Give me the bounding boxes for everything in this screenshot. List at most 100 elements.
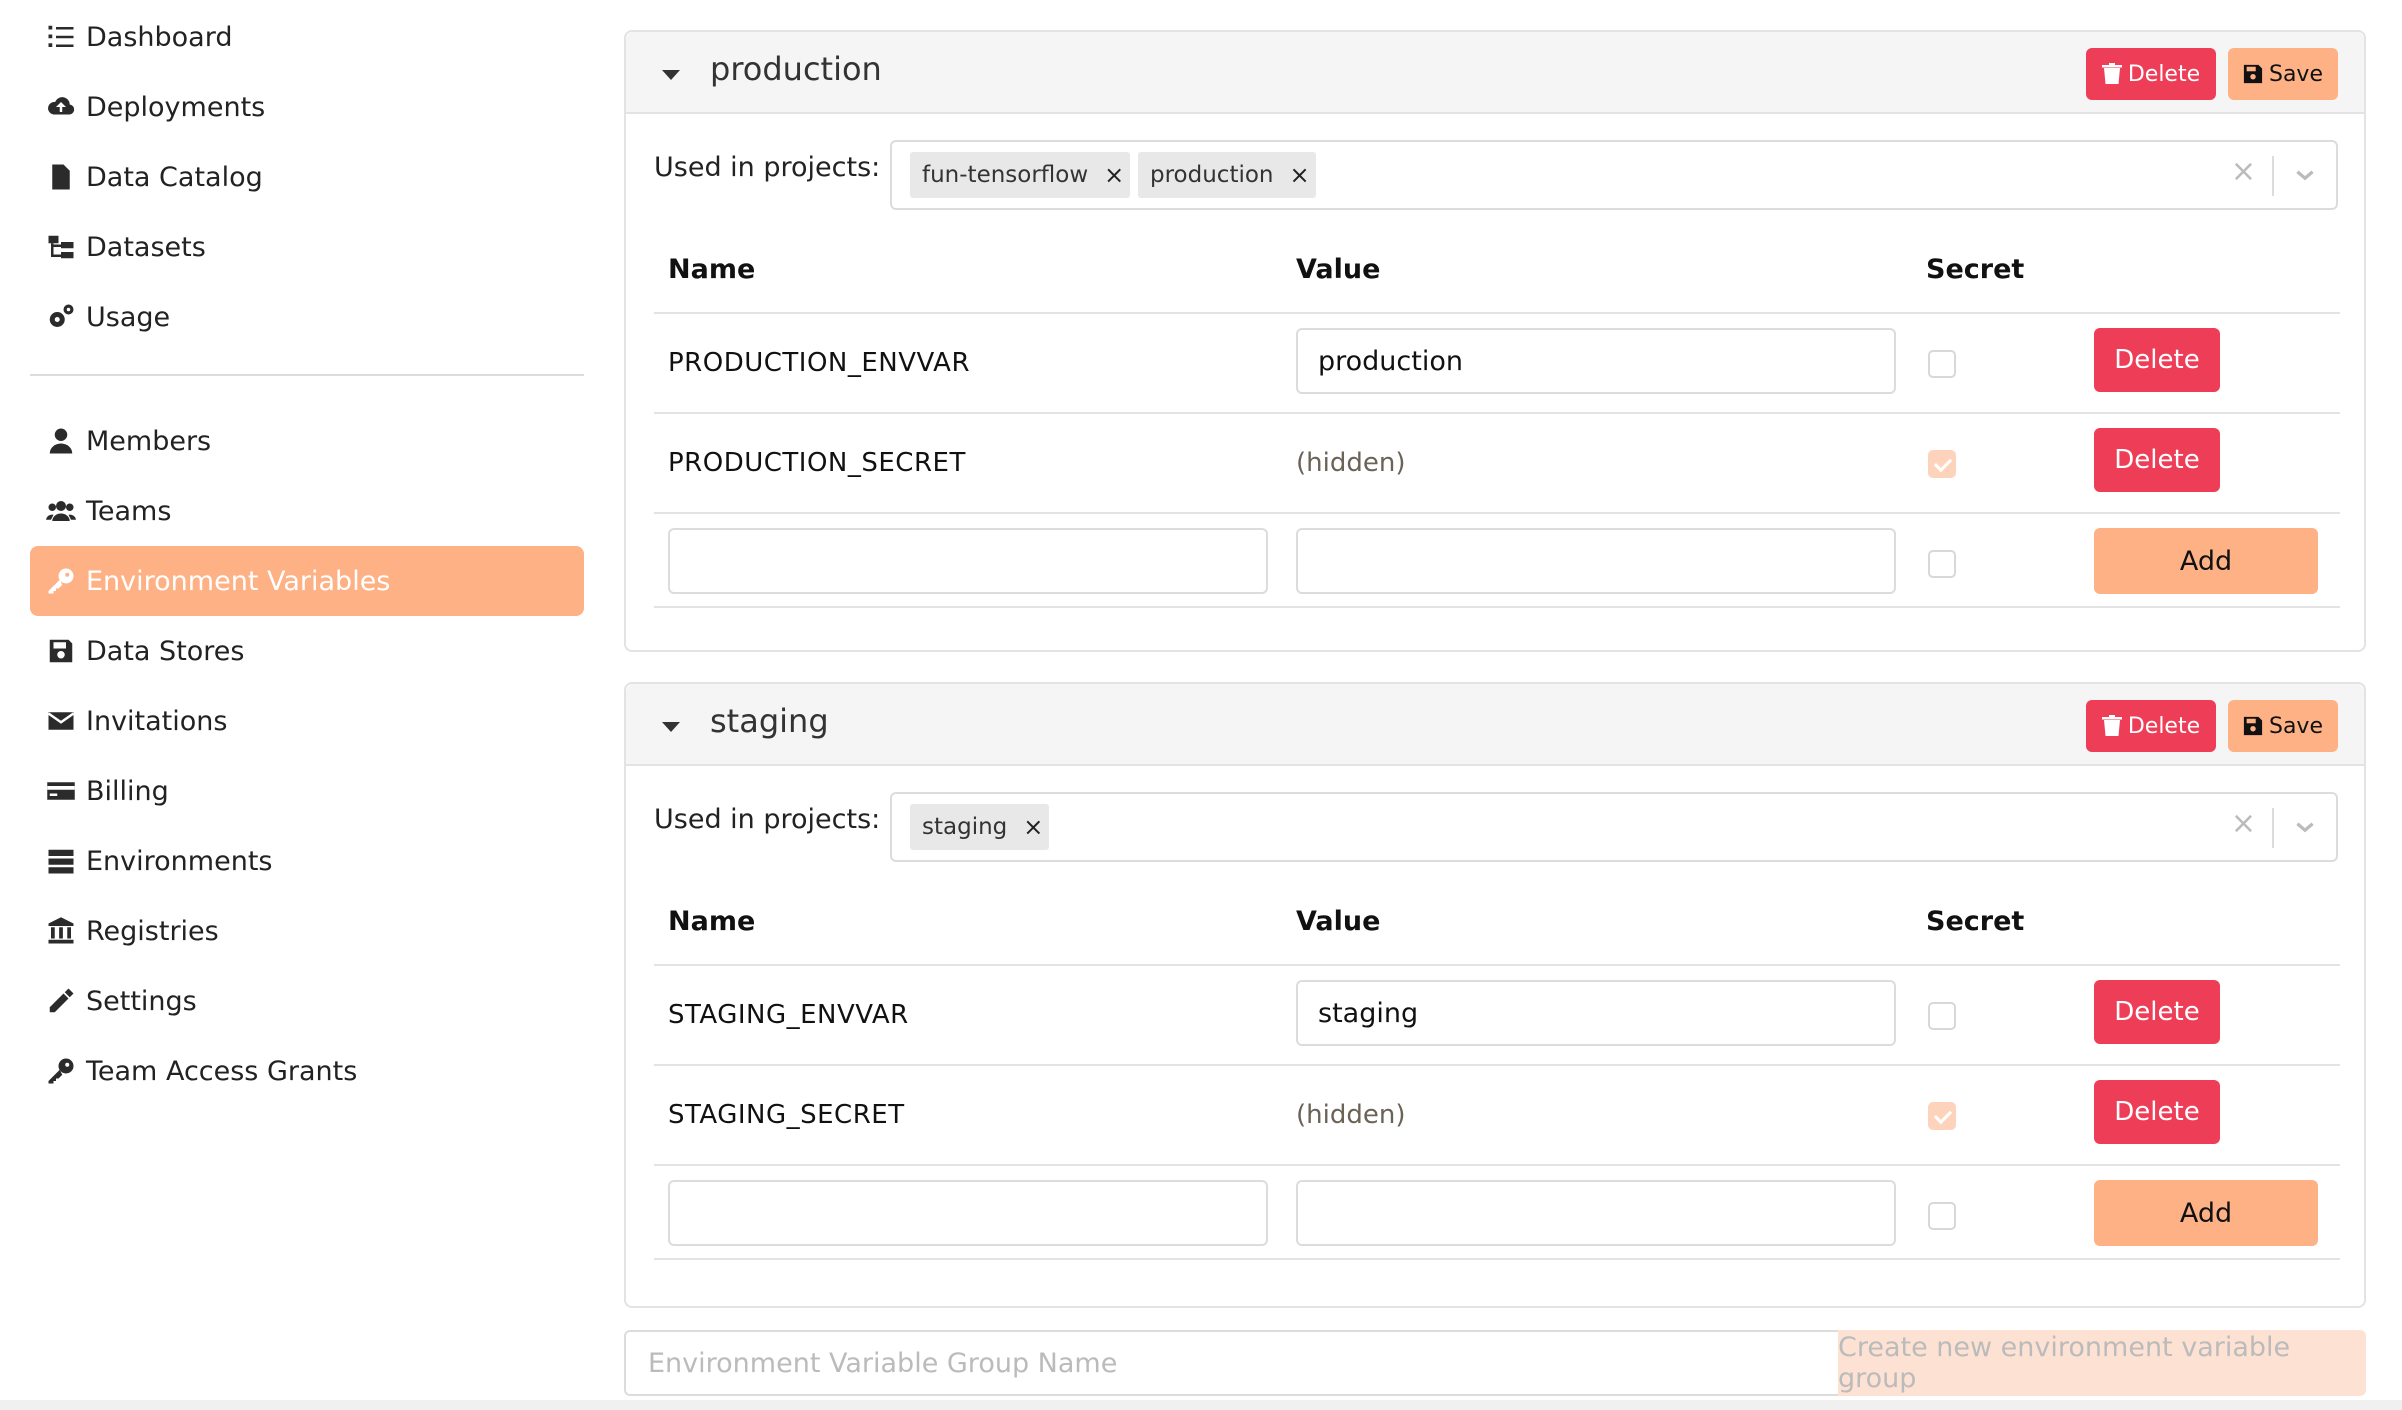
chevron-down-icon[interactable] bbox=[2292, 814, 2318, 840]
sidebar-item-registries[interactable]: Registries bbox=[30, 896, 584, 966]
delete-var-button[interactable]: Delete bbox=[2094, 1080, 2220, 1144]
projects-multiselect[interactable]: fun-tensorflow × production × × bbox=[890, 140, 2338, 210]
sidebar-item-label: Teams bbox=[86, 495, 172, 527]
landmark-icon bbox=[44, 914, 78, 948]
key-icon bbox=[44, 1054, 78, 1088]
column-header-secret: Secret bbox=[1926, 254, 2025, 285]
sidebar-item-datasets[interactable]: Datasets bbox=[30, 212, 584, 282]
save-icon bbox=[2243, 64, 2263, 84]
new-var-value-input[interactable] bbox=[1296, 528, 1896, 594]
table-row: PRODUCTION_ENVVAR production Delete bbox=[654, 314, 2340, 414]
trash-icon bbox=[2101, 63, 2122, 84]
save-group-button[interactable]: Save bbox=[2228, 700, 2338, 752]
env-var-table: Name Value Secret STAGING_ENVVAR staging… bbox=[654, 906, 2340, 1286]
add-var-button[interactable]: Add bbox=[2094, 1180, 2318, 1246]
remove-tag-icon[interactable]: × bbox=[1284, 152, 1316, 198]
sidebar-item-settings[interactable]: Settings bbox=[30, 966, 584, 1036]
secret-checkbox bbox=[1928, 1102, 1956, 1130]
sidebar-divider bbox=[30, 374, 584, 376]
save-group-button[interactable]: Save bbox=[2228, 48, 2338, 100]
cogs-icon bbox=[44, 300, 78, 334]
sidebar-item-environments[interactable]: Environments bbox=[30, 826, 584, 896]
sidebar-item-label: Settings bbox=[86, 985, 197, 1017]
var-name: PRODUCTION_SECRET bbox=[668, 448, 966, 478]
projects-row: Used in projects: fun-tensorflow × produ… bbox=[626, 114, 2364, 224]
delete-group-button[interactable]: Delete bbox=[2086, 700, 2216, 752]
secret-checkbox[interactable] bbox=[1928, 350, 1956, 378]
sidebar-item-team-access-grants[interactable]: Team Access Grants bbox=[30, 1036, 584, 1106]
sidebar-item-dashboard[interactable]: Dashboard bbox=[30, 2, 584, 72]
var-name: STAGING_ENVVAR bbox=[668, 1000, 909, 1030]
sidebar-item-teams[interactable]: Teams bbox=[30, 476, 584, 546]
clear-icon[interactable]: × bbox=[2231, 806, 2256, 841]
chevron-down-icon[interactable] bbox=[2292, 162, 2318, 188]
trash-icon bbox=[2101, 715, 2122, 736]
add-var-button[interactable]: Add bbox=[2094, 528, 2318, 594]
new-group-name-input[interactable]: Environment Variable Group Name bbox=[624, 1330, 1840, 1396]
create-group-button[interactable]: Create new environment variable group bbox=[1838, 1330, 2366, 1396]
delete-var-button[interactable]: Delete bbox=[2094, 980, 2220, 1044]
sidebar-item-data-stores[interactable]: Data Stores bbox=[30, 616, 584, 686]
credit-card-icon bbox=[44, 774, 78, 808]
remove-tag-icon[interactable]: × bbox=[1017, 804, 1049, 850]
new-var-value-input[interactable] bbox=[1296, 1180, 1896, 1246]
column-header-value: Value bbox=[1296, 254, 1381, 285]
column-header-secret: Secret bbox=[1926, 906, 2025, 937]
group-title: production bbox=[710, 50, 882, 88]
sidebar-item-label: Usage bbox=[86, 301, 171, 333]
save-icon bbox=[44, 634, 78, 668]
project-tag: staging × bbox=[910, 804, 1050, 850]
delete-group-button[interactable]: Delete bbox=[2086, 48, 2216, 100]
sidebar-item-billing[interactable]: Billing bbox=[30, 756, 584, 826]
var-name: STAGING_SECRET bbox=[668, 1100, 905, 1130]
env-var-table: Name Value Secret PRODUCTION_ENVVAR prod… bbox=[654, 254, 2340, 634]
select-separator bbox=[2272, 808, 2274, 848]
sidebar-item-label: Team Access Grants bbox=[86, 1055, 358, 1087]
column-header-value: Value bbox=[1296, 906, 1381, 937]
delete-var-button[interactable]: Delete bbox=[2094, 428, 2220, 492]
list-icon bbox=[44, 20, 78, 54]
env-group-staging: staging Delete Save Used in projects: st… bbox=[624, 682, 2366, 1308]
new-var-name-input[interactable] bbox=[668, 1180, 1268, 1246]
new-var-row: Add bbox=[654, 514, 2340, 608]
var-value-hidden: (hidden) bbox=[1296, 1100, 1406, 1130]
remove-tag-icon[interactable]: × bbox=[1098, 152, 1130, 198]
file-icon bbox=[44, 160, 78, 194]
sidebar-item-label: Data Catalog bbox=[86, 161, 263, 193]
sidebar-item-label: Invitations bbox=[86, 705, 228, 737]
user-icon bbox=[44, 424, 78, 458]
envelope-icon bbox=[44, 704, 78, 738]
project-tag-label: fun-tensorflow bbox=[922, 162, 1089, 188]
sidebar-item-environment-variables[interactable]: Environment Variables bbox=[30, 546, 584, 616]
table-row: PRODUCTION_SECRET (hidden) Delete bbox=[654, 414, 2340, 514]
delete-var-button[interactable]: Delete bbox=[2094, 328, 2220, 392]
sidebar: Dashboard Deployments Data Catalog Datas… bbox=[0, 0, 600, 1410]
group-header: staging Delete Save bbox=[626, 684, 2364, 766]
users-icon bbox=[44, 494, 78, 528]
clear-icon[interactable]: × bbox=[2231, 154, 2256, 189]
new-var-secret-checkbox[interactable] bbox=[1928, 550, 1956, 578]
var-value-input[interactable]: production bbox=[1296, 328, 1896, 394]
sidebar-item-data-catalog[interactable]: Data Catalog bbox=[30, 142, 584, 212]
caret-down-icon[interactable] bbox=[662, 70, 680, 80]
sidebar-item-usage[interactable]: Usage bbox=[30, 282, 584, 352]
new-var-secret-checkbox[interactable] bbox=[1928, 1202, 1956, 1230]
sidebar-item-label: Dashboard bbox=[86, 21, 233, 53]
projects-label: Used in projects: bbox=[654, 804, 881, 835]
new-var-name-input[interactable] bbox=[668, 528, 1268, 594]
sidebar-item-label: Environment Variables bbox=[86, 565, 391, 597]
sidebar-item-deployments[interactable]: Deployments bbox=[30, 72, 584, 142]
key-icon bbox=[44, 564, 78, 598]
save-group-label: Save bbox=[2268, 61, 2323, 87]
caret-down-icon[interactable] bbox=[662, 722, 680, 732]
save-group-label: Save bbox=[2268, 713, 2323, 739]
new-var-row: Add bbox=[654, 1166, 2340, 1260]
secret-checkbox[interactable] bbox=[1928, 1002, 1956, 1030]
var-value-input[interactable]: staging bbox=[1296, 980, 1896, 1046]
projects-multiselect[interactable]: staging × × bbox=[890, 792, 2338, 862]
page-bottom-strip bbox=[0, 1400, 2402, 1410]
projects-label: Used in projects: bbox=[654, 152, 881, 183]
sidebar-item-members[interactable]: Members bbox=[30, 406, 584, 476]
sidebar-item-invitations[interactable]: Invitations bbox=[30, 686, 584, 756]
folder-tree-icon bbox=[44, 230, 78, 264]
